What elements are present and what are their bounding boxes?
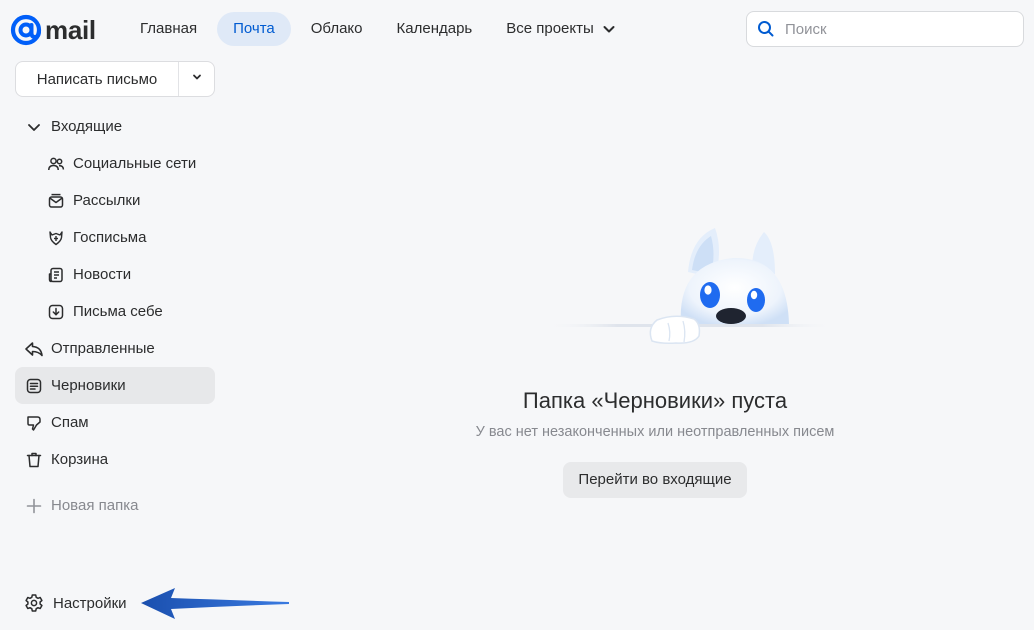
- folder-spam[interactable]: Спам: [15, 404, 215, 441]
- at-sign-icon: [10, 14, 42, 46]
- nav-item-cloud[interactable]: Облако: [297, 12, 377, 46]
- chevron-down-icon: [602, 22, 616, 36]
- folder-label: Входящие: [51, 118, 123, 135]
- folder-label: Корзина: [51, 451, 109, 468]
- gear-icon: [24, 593, 44, 613]
- dog-mascot-icon: [545, 228, 835, 344]
- compose-dropdown-button[interactable]: [179, 62, 214, 96]
- emblem-icon: [46, 228, 66, 248]
- folder-label: Спам: [51, 414, 89, 431]
- download-icon: [46, 302, 66, 322]
- nav-item-all-projects[interactable]: Все проекты: [492, 12, 630, 46]
- folder-label: Отправленные: [51, 340, 155, 357]
- folder-newsletters[interactable]: Рассылки: [15, 182, 215, 219]
- folder-inbox[interactable]: Входящие: [15, 108, 215, 145]
- folder-label: Письма себе: [73, 303, 163, 320]
- folder-sidebar: Входящие Социальные сети Рассылки Госпис…: [15, 108, 215, 524]
- empty-state: Папка «Черновики» пуста У вас нет незако…: [390, 220, 920, 498]
- compose-label: Написать письмо: [36, 70, 158, 88]
- folder-social[interactable]: Социальные сети: [15, 145, 215, 182]
- nav-item-label: Главная: [140, 20, 198, 37]
- new-folder-label: Новая папка: [51, 497, 139, 514]
- draft-icon: [24, 376, 44, 396]
- nav-item-mail[interactable]: Почта: [217, 12, 291, 46]
- mail-logo[interactable]: mail: [10, 13, 96, 47]
- top-bar: mail Главная Почта Облако Календарь Все …: [0, 0, 1034, 58]
- plus-icon: [24, 496, 44, 516]
- sent-icon: [24, 339, 44, 359]
- nav-item-label: Все проекты: [506, 20, 594, 37]
- folder-label: Новости: [73, 266, 132, 283]
- chevron-down-icon: [191, 70, 203, 88]
- new-folder-button[interactable]: Новая папка: [15, 487, 215, 524]
- newsletter-icon: [46, 191, 66, 211]
- folder-label: Госписьма: [73, 229, 147, 246]
- main-nav: Главная Почта Облако Календарь Все проек…: [126, 12, 636, 46]
- folder-label: Черновики: [51, 377, 126, 394]
- folder-label: Рассылки: [73, 192, 141, 209]
- people-icon: [46, 154, 66, 174]
- logo-text: mail: [45, 15, 96, 45]
- nav-item-calendar[interactable]: Календарь: [383, 12, 487, 46]
- search-icon: [757, 20, 775, 38]
- settings-label: Настройки: [53, 594, 127, 612]
- search-input[interactable]: [783, 19, 1007, 39]
- folder-trash[interactable]: Корзина: [15, 441, 215, 478]
- folder-label: Социальные сети: [73, 155, 197, 172]
- nav-item-home[interactable]: Главная: [126, 12, 211, 46]
- folder-drafts[interactable]: Черновики: [15, 367, 215, 404]
- news-icon: [46, 265, 66, 285]
- compose-button-group: Написать письмо: [15, 61, 215, 97]
- nav-item-label: Облако: [310, 20, 363, 37]
- settings-button[interactable]: Настройки: [24, 590, 127, 616]
- folder-news[interactable]: Новости: [15, 256, 215, 293]
- spam-icon: [24, 413, 44, 433]
- go-to-inbox-button[interactable]: Перейти во входящие: [563, 462, 747, 498]
- compose-button[interactable]: Написать письмо: [16, 62, 178, 96]
- empty-state-subtitle: У вас нет незаконченных или неотправленн…: [475, 424, 835, 440]
- folder-gov-mail[interactable]: Госписьма: [15, 219, 215, 256]
- nav-item-label: Почта: [233, 20, 275, 37]
- trash-icon: [24, 450, 44, 470]
- annotation-arrow: [138, 586, 293, 627]
- folder-notes-to-self[interactable]: Письма себе: [15, 293, 215, 330]
- empty-state-title: Папка «Черновики» пуста: [522, 388, 788, 413]
- folder-sent[interactable]: Отправленные: [15, 330, 215, 367]
- search-box[interactable]: [746, 11, 1024, 47]
- nav-item-label: Календарь: [396, 20, 473, 37]
- chevron-down-icon[interactable]: [24, 117, 44, 137]
